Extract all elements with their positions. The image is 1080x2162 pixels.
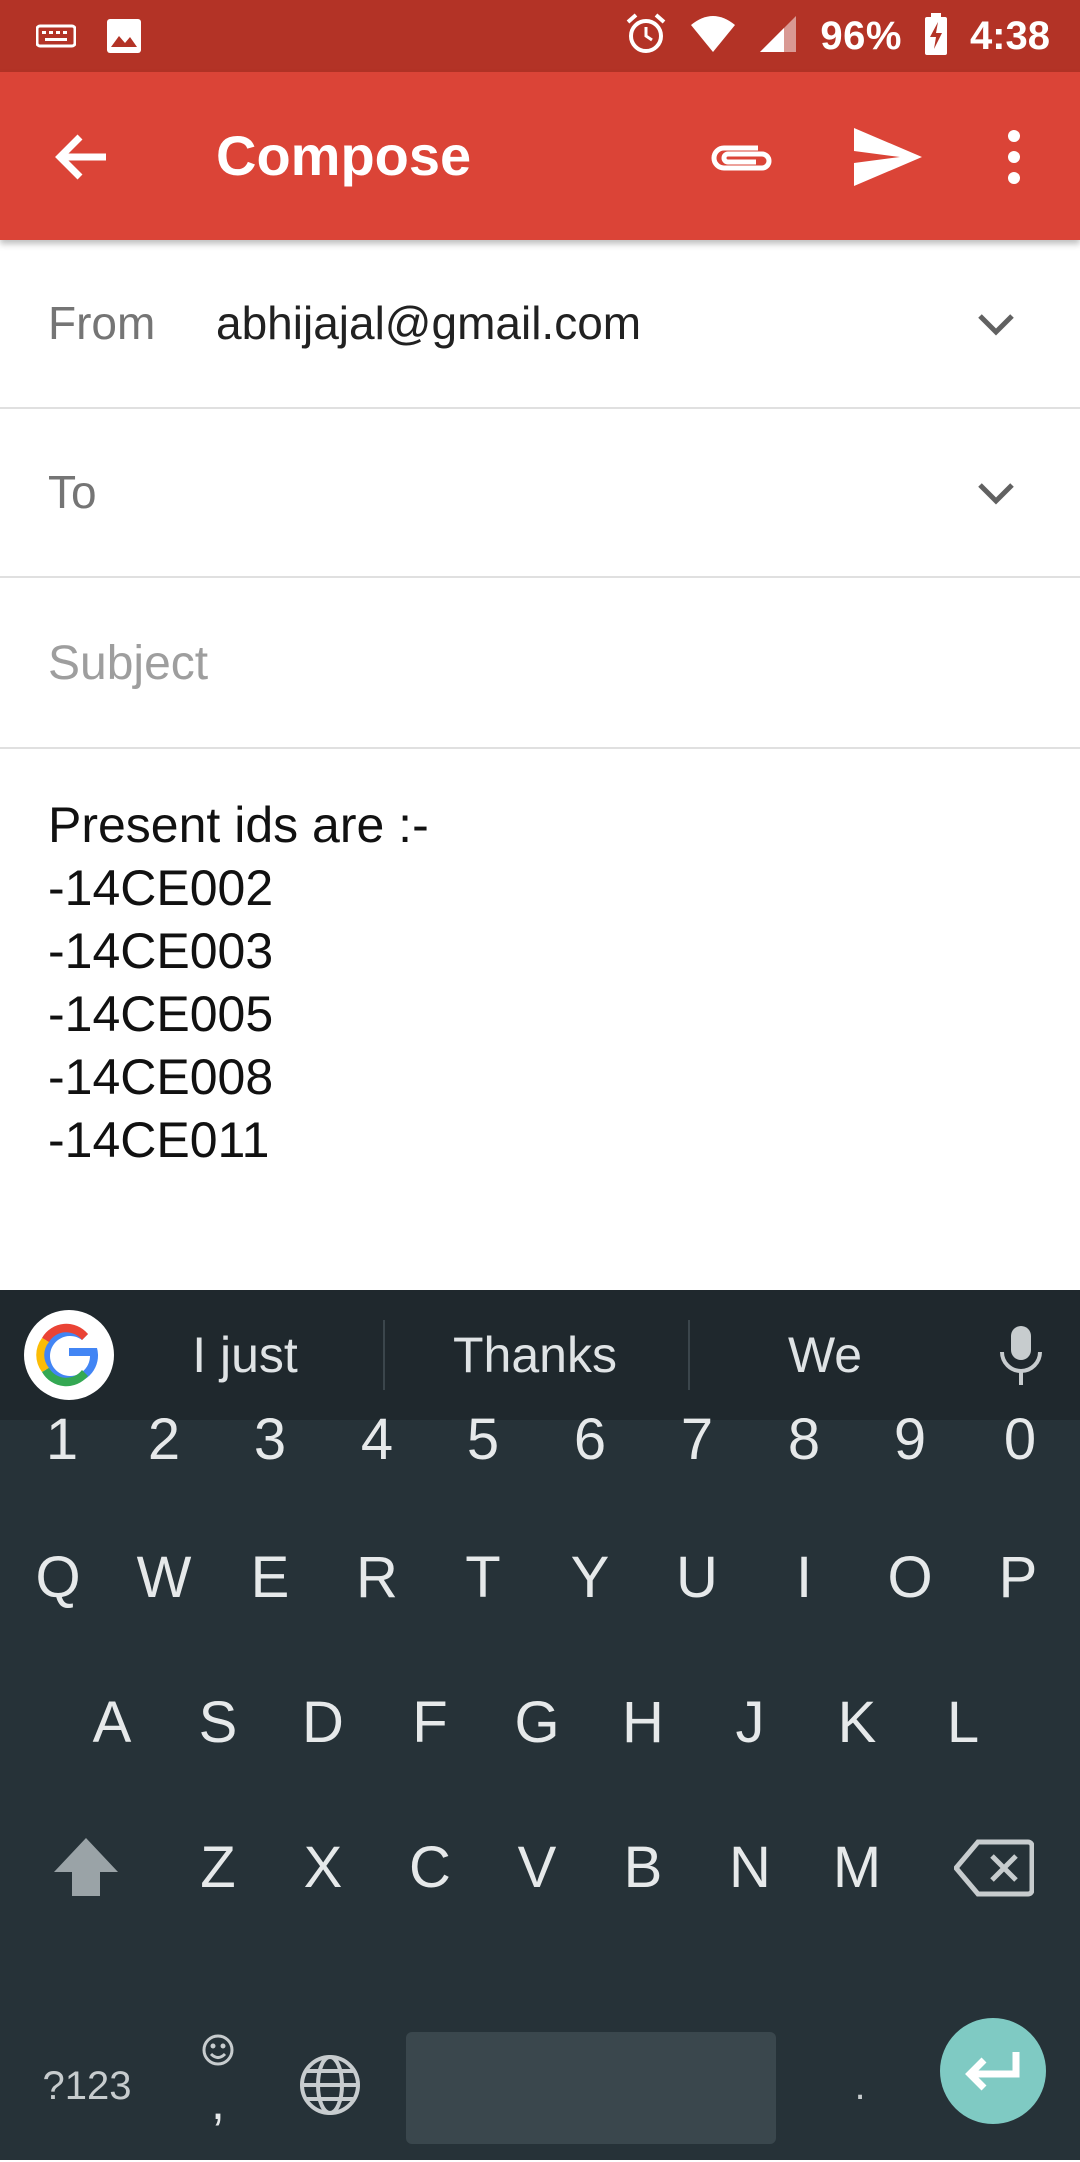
- subject-placeholder: Subject: [48, 637, 209, 690]
- battery-percent: 96%: [820, 13, 902, 58]
- key-9[interactable]: 9: [860, 1380, 960, 1500]
- to-label: To: [48, 466, 97, 518]
- key-8[interactable]: 8: [754, 1380, 854, 1500]
- symbols-key[interactable]: ?123: [22, 2026, 152, 2146]
- key-r[interactable]: R: [327, 1518, 427, 1638]
- body-line: -14CE008: [48, 1049, 274, 1105]
- clock: 4:38: [969, 13, 1050, 58]
- key-f[interactable]: F: [380, 1663, 480, 1783]
- comma-label: ,: [211, 2074, 225, 2130]
- key-1[interactable]: 1: [12, 1380, 112, 1500]
- key-q[interactable]: Q: [8, 1518, 108, 1638]
- key-w[interactable]: W: [114, 1518, 214, 1638]
- key-6[interactable]: 6: [540, 1380, 640, 1500]
- app-bar: Compose: [0, 72, 1080, 240]
- to-row[interactable]: To: [0, 409, 1080, 578]
- shift-icon[interactable]: [36, 1808, 136, 1928]
- chevron-down-icon[interactable]: [968, 296, 1024, 352]
- key-3[interactable]: 3: [220, 1380, 320, 1500]
- from-label: From: [48, 297, 156, 349]
- body-line: -14CE002: [48, 860, 274, 916]
- battery-charging-icon: [924, 12, 948, 60]
- key-i[interactable]: I: [754, 1518, 854, 1638]
- key-m[interactable]: M: [807, 1808, 907, 1928]
- body-line: -14CE003: [48, 923, 274, 979]
- send-icon[interactable]: [850, 122, 926, 192]
- image-icon: [106, 18, 142, 59]
- key-a[interactable]: A: [62, 1663, 162, 1783]
- globe-icon[interactable]: [280, 2026, 380, 2146]
- from-row[interactable]: From abhijajal@gmail.com: [0, 240, 1080, 409]
- key-0[interactable]: 0: [970, 1380, 1070, 1500]
- keyboard-icon: [35, 21, 77, 56]
- body-line: -14CE011: [48, 1112, 270, 1168]
- alarm-icon: [624, 12, 668, 61]
- wifi-icon: [690, 15, 736, 58]
- key-p[interactable]: P: [968, 1518, 1068, 1638]
- from-account[interactable]: abhijajal@gmail.com: [216, 240, 641, 407]
- backspace-icon[interactable]: [944, 1808, 1044, 1928]
- status-bar: 96% 4:38: [0, 0, 1080, 72]
- more-vert-icon[interactable]: [992, 122, 1036, 192]
- space-bar[interactable]: [406, 2032, 776, 2144]
- back-arrow-icon[interactable]: [48, 122, 118, 192]
- period-key[interactable]: .: [810, 2026, 910, 2146]
- attachment-icon[interactable]: [706, 122, 776, 192]
- emoji-comma-key[interactable]: ,: [168, 2012, 268, 2152]
- key-j[interactable]: J: [700, 1663, 800, 1783]
- enter-icon: [965, 2052, 1020, 2091]
- key-k[interactable]: K: [807, 1663, 907, 1783]
- key-g[interactable]: G: [487, 1663, 587, 1783]
- key-s[interactable]: S: [168, 1663, 268, 1783]
- subject-field[interactable]: Subject: [0, 580, 1080, 749]
- key-o[interactable]: O: [860, 1518, 960, 1638]
- signal-icon: [758, 14, 798, 59]
- key-e[interactable]: E: [220, 1518, 320, 1638]
- key-l[interactable]: L: [913, 1663, 1013, 1783]
- key-n[interactable]: N: [700, 1808, 800, 1928]
- key-7[interactable]: 7: [647, 1380, 747, 1500]
- microphone-icon[interactable]: [996, 1324, 1046, 1388]
- compose-body[interactable]: Present ids are :- -14CE002 -14CE003 -14…: [48, 794, 1028, 1172]
- key-c[interactable]: C: [380, 1808, 480, 1928]
- body-line: -14CE005: [48, 986, 274, 1042]
- keyboard: I just Thanks We 1 2 3 4 5 6 7 8 9 0 Q W…: [0, 1290, 1080, 2160]
- key-y[interactable]: Y: [540, 1518, 640, 1638]
- body-line: Present ids are :-: [48, 797, 429, 853]
- key-x[interactable]: X: [273, 1808, 373, 1928]
- key-2[interactable]: 2: [114, 1380, 214, 1500]
- key-z[interactable]: Z: [168, 1808, 268, 1928]
- key-t[interactable]: T: [433, 1518, 533, 1638]
- key-b[interactable]: B: [593, 1808, 693, 1928]
- page-title: Compose: [216, 124, 472, 187]
- key-4[interactable]: 4: [327, 1380, 427, 1500]
- key-u[interactable]: U: [647, 1518, 747, 1638]
- chevron-down-icon[interactable]: [968, 465, 1024, 521]
- key-5[interactable]: 5: [433, 1380, 533, 1500]
- key-v[interactable]: V: [487, 1808, 587, 1928]
- enter-key[interactable]: [940, 2018, 1046, 2124]
- key-d[interactable]: D: [273, 1663, 373, 1783]
- key-h[interactable]: H: [593, 1663, 693, 1783]
